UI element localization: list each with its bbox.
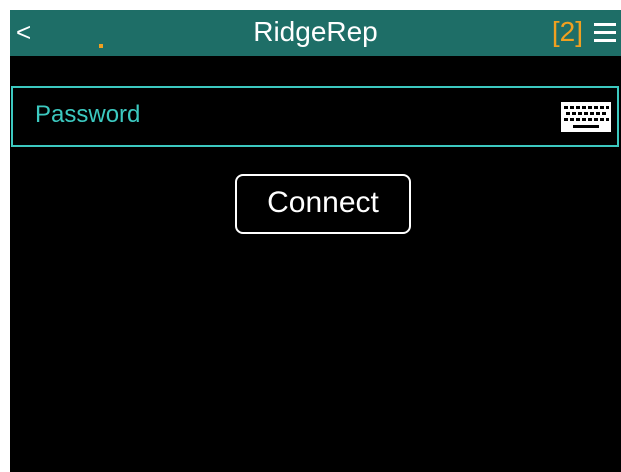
password-placeholder: Password (35, 101, 141, 128)
back-button[interactable]: < (12, 12, 52, 52)
connect-button[interactable]: Connect (235, 174, 411, 234)
session-count-badge[interactable]: [2] (552, 10, 583, 56)
app-title: RidgeRep (253, 16, 378, 47)
title-bar: < RidgeRep [2] (10, 10, 621, 56)
keyboard-icon[interactable] (561, 102, 611, 132)
app-screen: < RidgeRep [2] Password Connect (10, 10, 621, 472)
indicator-dot (99, 44, 103, 48)
password-field[interactable]: Password (11, 86, 619, 147)
hamburger-menu-icon[interactable] (591, 19, 619, 47)
